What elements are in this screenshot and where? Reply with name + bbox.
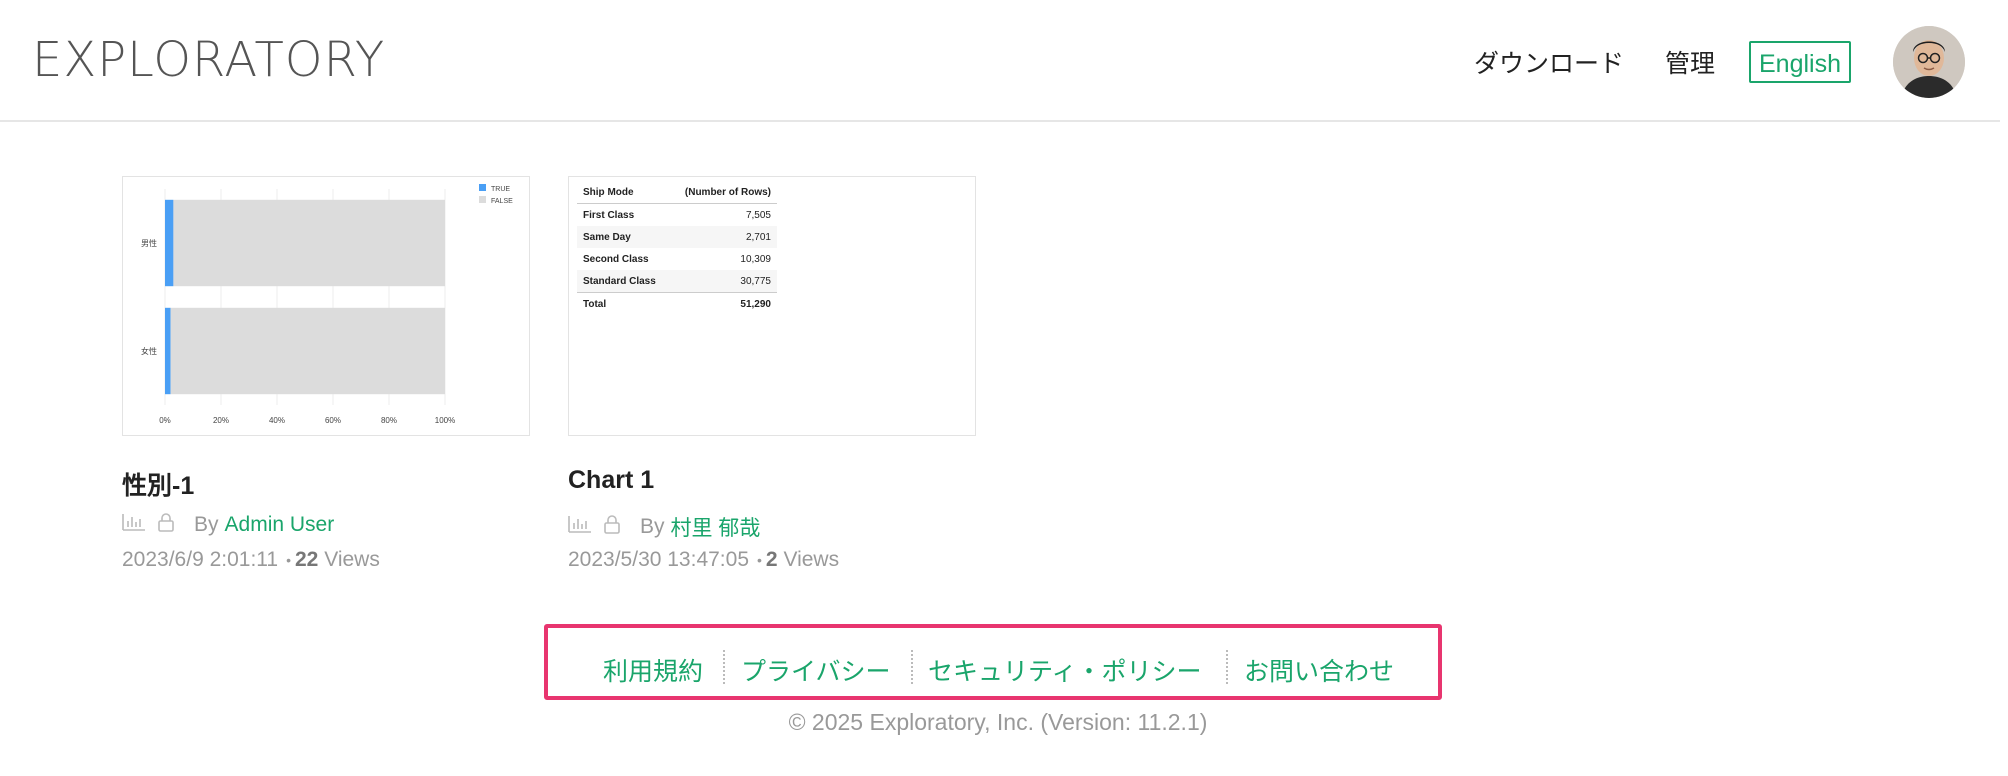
- stacked-bar-chart: 0% 20% 40% 60% 80% 100% 男性女性 TRUE FALSE: [141, 184, 513, 425]
- bar-segment-true: [165, 199, 174, 287]
- top-header: EXPLORATORY ダウンロード 管理 English: [0, 0, 2000, 122]
- bar-segment-false: [170, 307, 445, 395]
- nav-admin-link[interactable]: 管理: [1665, 44, 1715, 80]
- x-tick-label: 100%: [435, 416, 455, 425]
- table-row: Standard Class 30,775: [577, 270, 777, 293]
- card-stats: 2023/5/30 13:47:05 • 2 Views: [568, 548, 839, 572]
- by-label: By: [640, 515, 665, 538]
- card-meta: By Admin User: [122, 512, 334, 538]
- table-header: (Number of Rows): [669, 181, 777, 204]
- contact-link[interactable]: お問い合わせ: [1244, 652, 1394, 688]
- table-cell: 30,775: [669, 270, 777, 293]
- app-logo[interactable]: EXPLORATORY: [32, 32, 385, 88]
- table-cell: Same Day: [577, 226, 670, 248]
- avatar-image: [1893, 26, 1965, 98]
- category-label: 男性: [141, 238, 157, 248]
- chart-card[interactable]: Ship Mode (Number of Rows) First Class 7…: [568, 176, 976, 571]
- language-toggle-button[interactable]: English: [1749, 41, 1851, 83]
- card-stats: 2023/6/9 2:01:11 • 22 Views: [122, 548, 380, 572]
- views-count: 2: [765, 548, 778, 571]
- x-tick-label: 60%: [325, 416, 341, 425]
- copyright-text: © 2025 Exploratory, Inc. (Version: 11.2.…: [788, 709, 1208, 735]
- x-tick-label: 20%: [213, 416, 229, 425]
- summary-table: Ship Mode (Number of Rows) First Class 7…: [577, 181, 777, 315]
- by-label: By: [194, 513, 219, 536]
- card-title[interactable]: Chart 1: [568, 466, 654, 495]
- views-label: Views: [324, 548, 380, 571]
- table-cell: 10,309: [740, 254, 771, 265]
- nav-download-link[interactable]: ダウンロード: [1474, 44, 1624, 80]
- table-row: Same Day 2,701: [577, 226, 777, 248]
- x-tick-label: 40%: [269, 416, 285, 425]
- footer-separator: [723, 650, 725, 684]
- footer-separator: [911, 650, 913, 684]
- legend-swatch: [479, 196, 486, 203]
- table-cell: First Class: [583, 210, 635, 221]
- table-cell: 51,290: [669, 292, 777, 315]
- author-link[interactable]: Admin User: [225, 513, 335, 537]
- table-cell: Total: [577, 292, 670, 315]
- table-row: First Class 7,505: [577, 204, 777, 227]
- chart-thumbnail[interactable]: Ship Mode (Number of Rows) First Class 7…: [568, 176, 976, 436]
- timestamp: 2023/5/30 13:47:05: [568, 548, 750, 571]
- bar-segment-true: [165, 307, 171, 395]
- timestamp: 2023/6/9 2:01:11: [122, 548, 279, 571]
- table-row: Second Class 10,309: [577, 248, 777, 270]
- separator-dot: •: [286, 552, 291, 569]
- chart-card[interactable]: 0% 20% 40% 60% 80% 100% 男性女性 TRUE FALSE 性別-1 By …: [122, 176, 530, 571]
- privacy-link[interactable]: プライバシー: [741, 652, 891, 688]
- category-label: 女性: [141, 346, 157, 356]
- views-label: Views: [783, 548, 840, 571]
- lock-icon: [156, 512, 176, 538]
- user-avatar[interactable]: [1893, 26, 1965, 98]
- bar-chart-icon: [122, 513, 146, 537]
- table-cell: Standard Class: [577, 270, 670, 293]
- bar-chart-icon: [568, 515, 592, 539]
- x-tick-label: 0%: [159, 416, 171, 425]
- table-cell: 2,701: [669, 226, 777, 248]
- legend-label: TRUE: [491, 186, 510, 193]
- bar-segment-false: [173, 199, 445, 287]
- separator-dot: •: [757, 552, 762, 569]
- footer-links-highlight: 利用規約 プライバシー セキュリティ・ポリシー お問い合わせ: [544, 624, 1442, 700]
- security-policy-link[interactable]: セキュリティ・ポリシー: [928, 652, 1202, 688]
- table-cell: 7,505: [745, 210, 771, 221]
- table-cell: Second Class: [583, 254, 649, 265]
- x-tick-label: 80%: [381, 416, 397, 425]
- author-link[interactable]: 村里 郁哉: [671, 512, 761, 542]
- views-count: 22: [295, 548, 319, 571]
- legend-swatch: [479, 184, 486, 191]
- footer-links: 利用規約 プライバシー セキュリティ・ポリシー お問い合わせ: [548, 628, 1438, 696]
- table-total-row: Total 51,290: [577, 292, 777, 315]
- terms-link[interactable]: 利用規約: [603, 652, 703, 688]
- footer-separator: [1226, 650, 1228, 684]
- card-title[interactable]: 性別-1: [122, 466, 194, 502]
- chart-thumbnail[interactable]: 0% 20% 40% 60% 80% 100% 男性女性 TRUE FALSE: [122, 176, 530, 436]
- legend-label: FALSE: [491, 198, 513, 205]
- card-meta: By 村里 郁哉: [568, 512, 760, 542]
- lock-icon: [602, 514, 622, 540]
- table-header: Ship Mode: [577, 181, 670, 204]
